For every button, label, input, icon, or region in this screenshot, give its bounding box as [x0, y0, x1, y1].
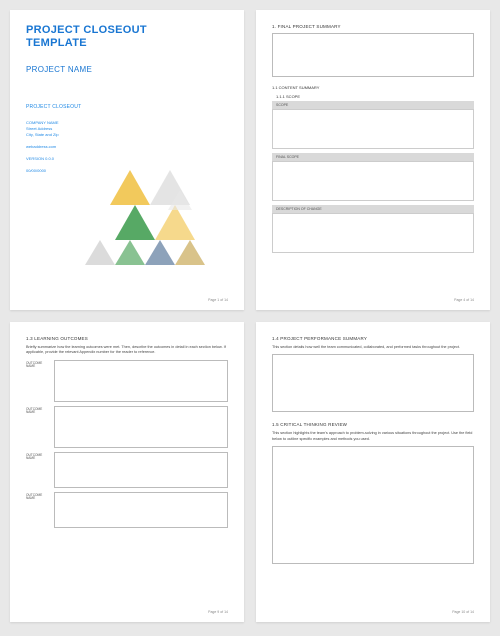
scope-label: SCOPE [272, 101, 474, 109]
doc-title-line1: PROJECT CLOSEOUT [26, 24, 228, 37]
page-footer: Page 9 of 14 [208, 610, 228, 614]
learning-intro: Briefly summarize how the learning outco… [26, 345, 228, 356]
page-performance: 1.4 PROJECT PERFORMANCE SUMMARY This sec… [256, 322, 490, 622]
section-content-summary: 1.1 CONTENT SUMMARY [272, 85, 474, 90]
outcome-label: OUTCOME NAME [26, 452, 54, 488]
critical-thinking-field[interactable] [272, 446, 474, 564]
doc-title-line2: TEMPLATE [26, 37, 228, 50]
outcome-row: OUTCOME NAME [26, 406, 228, 448]
desc-change-field[interactable] [272, 213, 474, 253]
critical-intro: This section highlights the team's appro… [272, 431, 474, 442]
page-summary: 1. FINAL PROJECT SUMMARY 1.1 CONTENT SUM… [256, 10, 490, 310]
triangle-decoration [80, 150, 220, 270]
outcome-row: OUTCOME NAME [26, 452, 228, 488]
outcome-field[interactable] [54, 492, 228, 528]
project-name: PROJECT NAME [26, 65, 228, 74]
page-cover: PROJECT CLOSEOUT TEMPLATE PROJECT NAME P… [10, 10, 244, 310]
page-footer: Page 1 of 14 [208, 298, 228, 302]
city-state-zip: City, State and Zip [26, 132, 228, 138]
outcome-field[interactable] [54, 360, 228, 402]
outcome-field[interactable] [54, 452, 228, 488]
outcome-field[interactable] [54, 406, 228, 448]
scope-field[interactable] [272, 109, 474, 149]
performance-intro: This section details how well the team c… [272, 345, 474, 350]
closeout-label: PROJECT CLOSEOUT [26, 104, 228, 110]
outcome-row: OUTCOME NAME [26, 492, 228, 528]
outcome-label: OUTCOME NAME [26, 360, 54, 402]
final-scope-label: FINAL SCOPE [272, 153, 474, 161]
outcome-label: OUTCOME NAME [26, 406, 54, 448]
final-scope-field[interactable] [272, 161, 474, 201]
page-learning-outcomes: 1.3 LEARNING OUTCOMES Briefly summarize … [10, 322, 244, 622]
outcome-label: OUTCOME NAME [26, 492, 54, 528]
page-footer: Page 4 of 14 [454, 298, 474, 302]
page-footer: Page 10 of 14 [452, 610, 474, 614]
section-performance-summary: 1.4 PROJECT PERFORMANCE SUMMARY [272, 336, 474, 341]
section-learning-outcomes: 1.3 LEARNING OUTCOMES [26, 336, 228, 341]
section-critical-thinking: 1.5 CRITICAL THINKING REVIEW [272, 422, 474, 427]
outcome-row: OUTCOME NAME [26, 360, 228, 402]
final-summary-field[interactable] [272, 33, 474, 77]
performance-field[interactable] [272, 354, 474, 412]
section-final-summary: 1. FINAL PROJECT SUMMARY [272, 24, 474, 29]
section-scope: 1.1.1 SCOPE [276, 94, 474, 99]
desc-change-label: DESCRIPTION OF CHANGE [272, 205, 474, 213]
